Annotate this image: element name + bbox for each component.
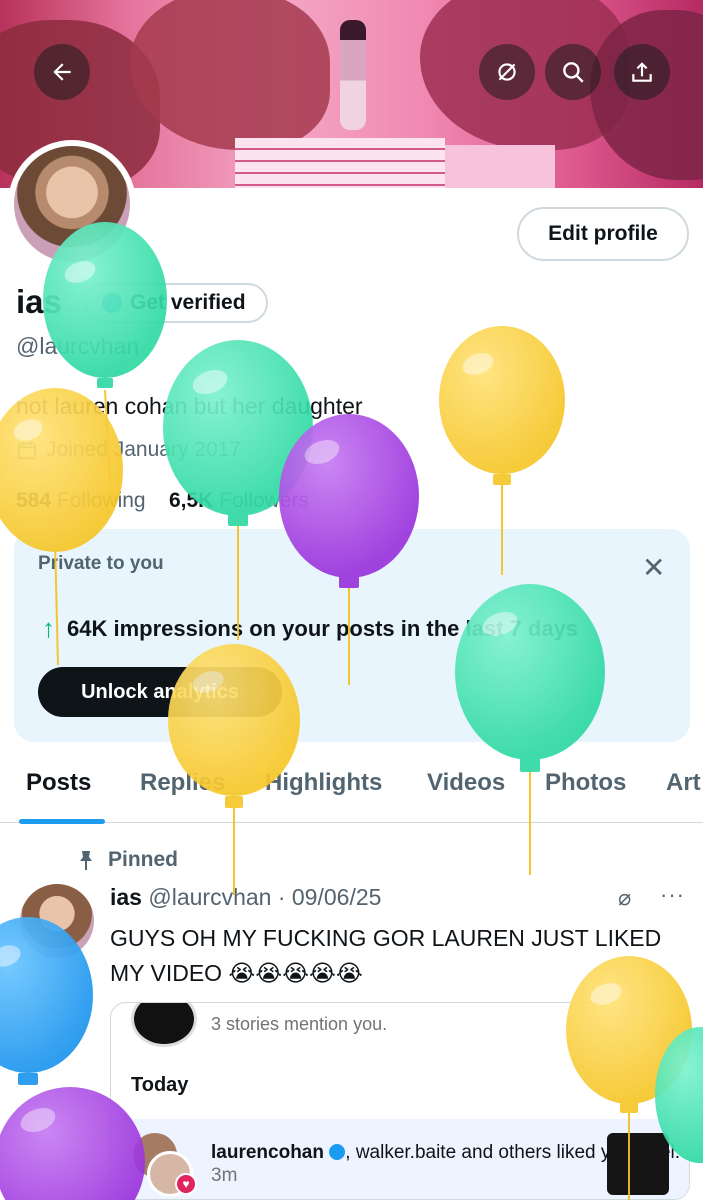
search-button[interactable] [545,44,601,100]
close-icon[interactable]: ✕ [642,551,665,584]
pinned-label: Pinned [76,848,178,872]
arrow-left-icon [53,63,71,81]
tab-replies[interactable]: Replies [140,769,225,797]
profile-bio: not lauren cohan but her daughter [16,393,363,419]
arrow-up-icon: ↑ [42,613,55,643]
more-options-icon[interactable]: ··· [660,882,685,908]
post-handle-date: @laurcvhan · 09/06/25 [148,884,382,910]
tab-videos[interactable]: Videos [427,769,505,797]
notification-row: ♥ laurencohan , walker.baite and others … [111,1119,689,1199]
analytics-card: Private to you ✕ ↑ 64K impressions on yo… [14,529,690,742]
followers-count: 6,5K [168,489,214,512]
post-header: ias @laurcvhan · 09/06/25 [110,884,381,911]
share-icon [632,62,652,82]
today-heading: Today [131,1074,189,1096]
reel-thumbnail [607,1133,669,1195]
verified-badge-icon [102,293,122,313]
profile-handle: @laurcvhan [16,333,140,359]
banner-stage [235,138,445,188]
pinned-text: Pinned [108,848,179,871]
post-author[interactable]: ias [110,884,142,910]
profile-tabs: Posts Replies Highlights Videos Photos A… [0,757,703,824]
impressions-text: 64K impressions on your posts in the las… [67,615,579,641]
banner-decor [130,0,330,150]
tab-posts[interactable]: Posts [26,769,91,797]
card-title: Private to you [38,553,164,574]
profile-avatar[interactable] [8,140,136,268]
following-link[interactable]: 584 Following [16,489,146,512]
search-icon [563,62,584,83]
verified-badge-icon [329,1144,346,1160]
tab-articles[interactable]: Art [666,769,701,797]
grok-icon [498,63,516,81]
get-verified-button[interactable]: Get verified [84,283,268,323]
joined-label: Joined January 2017 [46,438,241,461]
followers-label: Followers [219,489,310,512]
following-label: Following [56,489,146,512]
follow-stats: 584 Following 6,5K Followers [16,489,309,513]
notification-time: 3m [211,1165,238,1186]
followers-link[interactable]: 6,5K Followers [169,489,309,512]
share-button[interactable] [614,44,670,100]
display-name: ias [16,283,62,320]
notification-user: laurencohan [211,1142,324,1163]
edit-profile-button[interactable]: Edit profile [517,207,689,261]
tab-highlights[interactable]: Highlights [265,769,382,797]
avatar-image [14,146,130,262]
banner-stage [445,145,555,188]
pin-icon [80,851,92,870]
calendar-icon [17,441,37,460]
banner-performer [340,20,366,130]
grok-button[interactable] [479,44,535,100]
following-count: 584 [16,489,52,512]
impressions-row: ↑ 64K impressions on your posts in the l… [42,613,578,644]
unlock-analytics-button[interactable]: Unlock analytics [38,667,282,717]
tab-photos[interactable]: Photos [545,769,626,797]
back-button[interactable] [34,44,90,100]
get-verified-label: Get verified [130,291,246,314]
joined-date: Joined January 2017 [16,438,241,462]
post-avatar[interactable] [20,884,94,958]
heart-icon: ♥ [175,1173,197,1195]
grok-icon[interactable]: ⌀ [618,885,631,911]
post-text: GUYS OH MY FUCKING GOR LAUREN JUST LIKED… [110,925,662,986]
mention-text: 3 stories mention you. [211,1014,388,1034]
story-thumbnail [131,1003,197,1047]
post-media[interactable]: 3 stories mention you. Today ♥ laurencoh… [110,1002,690,1200]
active-tab-indicator [19,819,105,824]
